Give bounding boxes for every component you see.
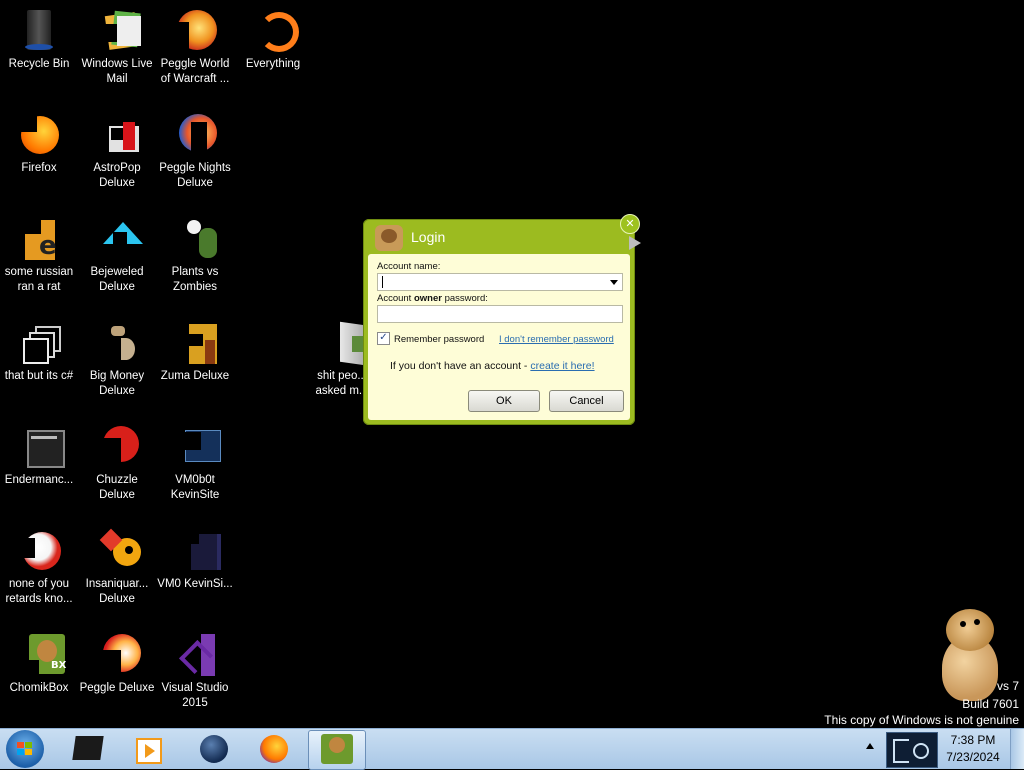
create-account-link[interactable]: create it here! [530, 360, 594, 372]
tray-app-icon[interactable] [886, 732, 938, 768]
windows-copy-icon [15, 318, 63, 366]
window-app-icon [15, 422, 65, 470]
file-e-icon: e [15, 214, 63, 262]
windows-logo-icon [17, 742, 33, 756]
peggle-deluxe-icon [93, 630, 141, 678]
desktop-icon-windows-live-mail[interactable]: Windows Live Mail [78, 0, 156, 87]
watermark-line-3: This copy of Windows is not genuine [824, 713, 1019, 727]
desktop-icon-firefox[interactable]: Firefox [0, 104, 78, 176]
desktop-icon-big-money[interactable]: Big Money Deluxe [78, 312, 156, 399]
peggle-wow-icon [171, 6, 219, 54]
start-button[interactable] [6, 730, 44, 768]
desktop-icon-zuma[interactable]: Zuma Deluxe [156, 312, 234, 384]
desktop-icon-recycle-bin[interactable]: Recycle Bin [0, 0, 78, 72]
peggle-ball-icon [15, 526, 63, 574]
bejeweled-gem-icon [93, 214, 143, 262]
desktop-icon-bejeweled[interactable]: Bejeweled Deluxe [78, 208, 156, 295]
taskbar-media-center[interactable] [60, 730, 116, 768]
peggle-nights-icon [171, 110, 219, 158]
recycle-bin-icon [15, 6, 63, 54]
desktop-icon-vm0b0t[interactable]: VM0b0t KevinSite [156, 416, 234, 503]
account-name-combobox[interactable] [377, 273, 623, 291]
hamster-mascot [930, 605, 1006, 705]
password-field[interactable] [377, 305, 623, 323]
password-label: Account owner password: [377, 293, 488, 304]
taskbar-world-app[interactable] [186, 730, 242, 768]
chomikbox-icon: BX [15, 630, 66, 678]
taskbar-chomikbox[interactable] [308, 730, 366, 770]
desktop-icon-chuzzle[interactable]: Chuzzle Deluxe [78, 416, 156, 503]
taskbar-media-player[interactable] [120, 730, 176, 768]
everything-search-icon [249, 6, 299, 54]
desktop-icon-vm0[interactable]: VM0 KevinSi... [156, 520, 234, 592]
show-desktop-button[interactable] [1010, 729, 1024, 769]
vm-file-icon [171, 526, 221, 574]
desktop-icon-plants-vs-zombies[interactable]: Plants vs Zombies [156, 208, 234, 295]
chevron-down-icon[interactable] [610, 280, 618, 285]
watermark-line-2: Build 7601 [962, 697, 1019, 711]
mail-icon [93, 6, 141, 54]
clock-time[interactable]: 7:38 PM [940, 733, 1006, 747]
media-player-icon [136, 738, 162, 764]
dialog-title: Login [411, 229, 446, 245]
taskbar-firefox[interactable] [246, 730, 302, 768]
ok-button[interactable]: OK [468, 390, 540, 412]
folder-icon [318, 318, 372, 367]
show-hidden-icons-button[interactable] [866, 743, 874, 749]
desktop-icon-peggle-deluxe[interactable]: Peggle Deluxe [78, 624, 156, 696]
dialog-body: Account name: Account owner password: ✓ … [368, 254, 630, 420]
desktop-icon-everything[interactable]: Everything [234, 0, 312, 72]
desktop-icon-insaniquarium[interactable]: Insaniquar... Deluxe [78, 520, 156, 607]
desktop-icon-some-russian[interactable]: e some russian ran a rat [0, 208, 78, 295]
chuzzle-icon [93, 422, 141, 470]
firefox-icon [15, 110, 63, 158]
check-icon: ✓ [379, 332, 388, 343]
astropop-icon [93, 110, 141, 158]
desktop-icon-endermanc[interactable]: Endermanc... [0, 416, 78, 488]
desktop-icon-none-of-you[interactable]: none of you retards kno... [0, 520, 78, 607]
desktop-icon-peggle-nights[interactable]: Peggle Nights Deluxe [156, 104, 234, 191]
globe-icon [200, 735, 228, 763]
zuma-icon [171, 318, 219, 366]
account-name-label: Account name: [377, 261, 441, 272]
remember-password-checkbox[interactable]: ✓ [377, 332, 390, 345]
firefox-icon [260, 735, 288, 763]
forgot-password-link[interactable]: I don't remember password [499, 334, 614, 345]
chomikbox-icon [321, 734, 353, 764]
close-icon: ✕ [625, 217, 635, 230]
watermark-line-1: vs 7 [996, 679, 1019, 693]
desktop-icon-astropop[interactable]: AstroPop Deluxe [78, 104, 156, 191]
remember-password-label: Remember password [394, 334, 485, 345]
taskbar: 7:38 PM 7/23/2024 [0, 728, 1024, 770]
app-logo-icon [375, 225, 403, 251]
desktop-icon-that-but-its-csharp[interactable]: that but its c# [0, 312, 78, 384]
login-dialog: Login ✕ Account name: Account owner pass… [363, 214, 641, 425]
vm-window-icon [171, 422, 221, 470]
no-account-text: If you don't have an account - create it… [390, 360, 595, 372]
cancel-button[interactable]: Cancel [549, 390, 624, 412]
media-center-icon [72, 736, 104, 760]
plants-vs-zombies-icon [171, 214, 219, 262]
desktop-icon-chomikbox[interactable]: BX ChomikBox [0, 624, 78, 696]
close-button[interactable]: ✕ [620, 214, 640, 234]
desktop-icon-peggle-wow[interactable]: Peggle World of Warcraft ... [156, 0, 234, 87]
visual-studio-icon [171, 630, 219, 678]
fish-icon [93, 526, 141, 574]
big-money-icon [93, 318, 141, 366]
desktop-icon-visual-studio[interactable]: Visual Studio 2015 [156, 624, 234, 711]
clock-date[interactable]: 7/23/2024 [940, 750, 1006, 764]
pin-icon [629, 236, 641, 250]
